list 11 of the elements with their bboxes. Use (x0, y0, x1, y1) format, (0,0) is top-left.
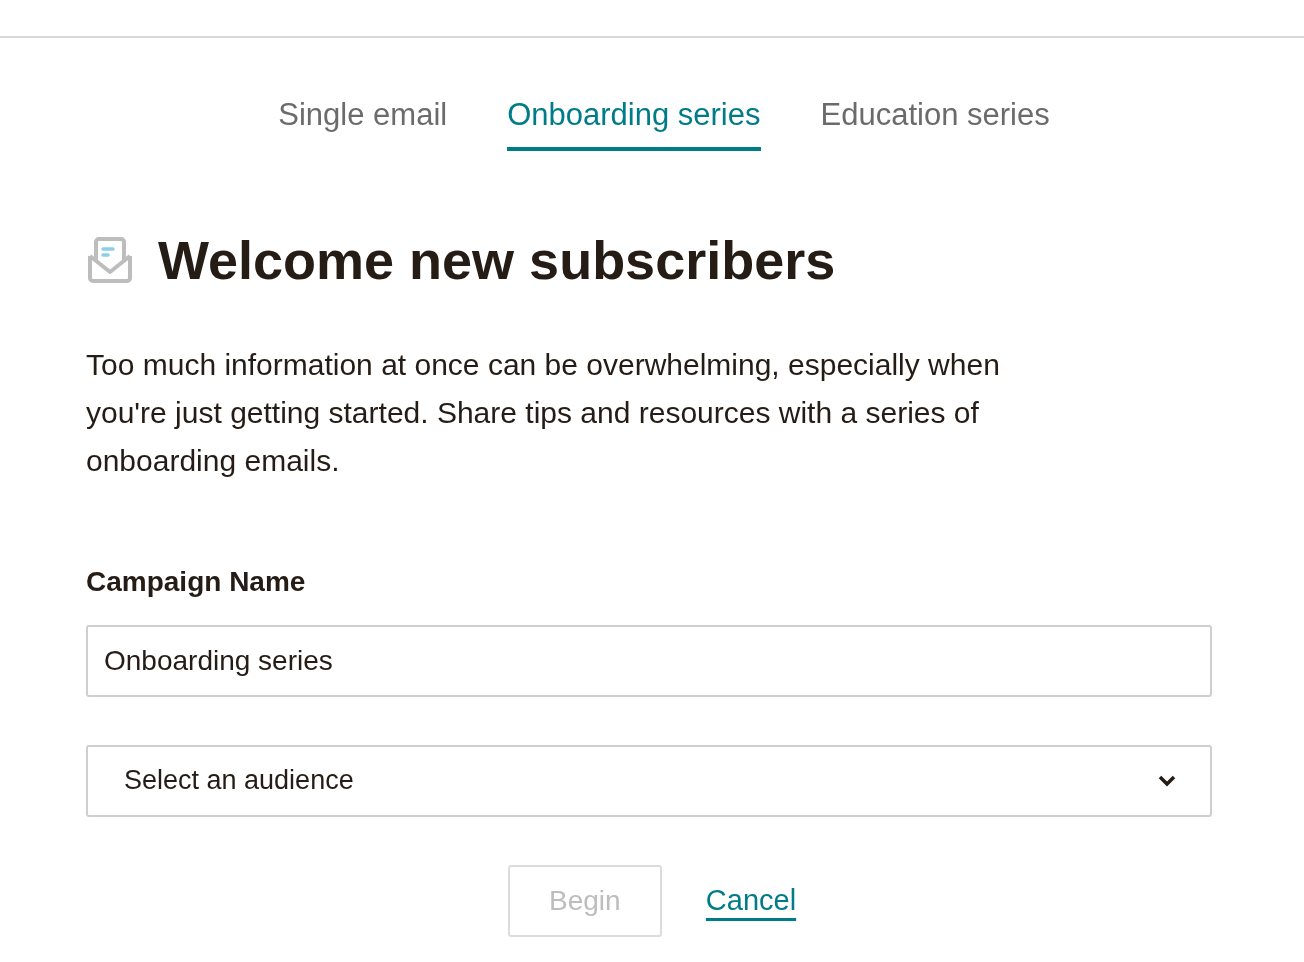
page-heading: Welcome new subscribers (158, 232, 836, 287)
chevron-down-icon (1158, 774, 1176, 787)
campaign-name-field[interactable]: Onboarding series (86, 624, 1212, 697)
tab[interactable]: Single email (278, 92, 448, 151)
cancel-link[interactable]: Cancel (705, 878, 797, 923)
tab[interactable]: Onboarding series (507, 92, 761, 151)
description-text: Too much information at once can be overwhelming, especially when you're just getting started. Share tips and resources with a series of onboarding emails. (86, 346, 1001, 479)
field-label: Campaign Name (86, 564, 307, 599)
envelope-icon (86, 235, 134, 284)
audience-select[interactable]: Select an audience (86, 744, 1212, 817)
tab[interactable]: Education series (820, 92, 1050, 151)
